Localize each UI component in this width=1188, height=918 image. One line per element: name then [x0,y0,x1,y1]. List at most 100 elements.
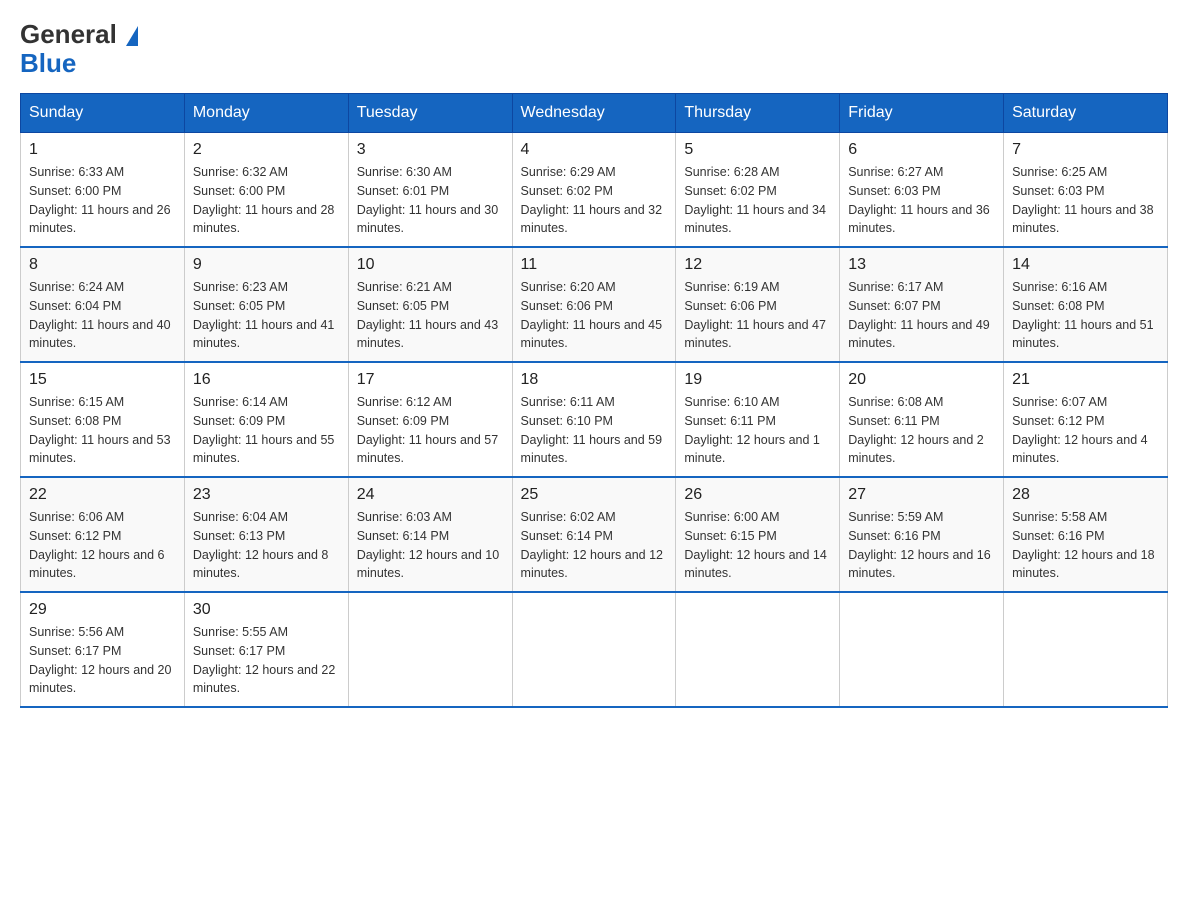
day-info: Sunrise: 5:58 AM Sunset: 6:16 PM Dayligh… [1012,508,1159,583]
day-info: Sunrise: 6:11 AM Sunset: 6:10 PM Dayligh… [521,393,668,468]
day-info: Sunrise: 5:59 AM Sunset: 6:16 PM Dayligh… [848,508,995,583]
day-number: 21 [1012,371,1159,389]
calendar-cell: 1 Sunrise: 6:33 AM Sunset: 6:00 PM Dayli… [21,133,185,248]
calendar-cell: 19 Sunrise: 6:10 AM Sunset: 6:11 PM Dayl… [676,362,840,477]
day-info: Sunrise: 6:33 AM Sunset: 6:00 PM Dayligh… [29,163,176,238]
calendar-cell: 6 Sunrise: 6:27 AM Sunset: 6:03 PM Dayli… [840,133,1004,248]
week-row-5: 29 Sunrise: 5:56 AM Sunset: 6:17 PM Dayl… [21,592,1168,707]
day-info: Sunrise: 6:07 AM Sunset: 6:12 PM Dayligh… [1012,393,1159,468]
header-sunday: Sunday [21,94,185,133]
calendar-cell [1004,592,1168,707]
calendar-cell: 13 Sunrise: 6:17 AM Sunset: 6:07 PM Dayl… [840,247,1004,362]
calendar-cell [676,592,840,707]
day-number: 29 [29,601,176,619]
logo: General Blue [20,20,138,77]
calendar-cell: 20 Sunrise: 6:08 AM Sunset: 6:11 PM Dayl… [840,362,1004,477]
day-number: 9 [193,256,340,274]
day-info: Sunrise: 6:03 AM Sunset: 6:14 PM Dayligh… [357,508,504,583]
day-info: Sunrise: 6:21 AM Sunset: 6:05 PM Dayligh… [357,278,504,353]
header-saturday: Saturday [1004,94,1168,133]
day-number: 12 [684,256,831,274]
calendar-cell: 21 Sunrise: 6:07 AM Sunset: 6:12 PM Dayl… [1004,362,1168,477]
day-info: Sunrise: 6:29 AM Sunset: 6:02 PM Dayligh… [521,163,668,238]
day-info: Sunrise: 6:16 AM Sunset: 6:08 PM Dayligh… [1012,278,1159,353]
day-info: Sunrise: 6:02 AM Sunset: 6:14 PM Dayligh… [521,508,668,583]
day-info: Sunrise: 6:19 AM Sunset: 6:06 PM Dayligh… [684,278,831,353]
calendar-cell: 10 Sunrise: 6:21 AM Sunset: 6:05 PM Dayl… [348,247,512,362]
day-number: 19 [684,371,831,389]
day-info: Sunrise: 6:06 AM Sunset: 6:12 PM Dayligh… [29,508,176,583]
day-info: Sunrise: 6:28 AM Sunset: 6:02 PM Dayligh… [684,163,831,238]
calendar-table: Sunday Monday Tuesday Wednesday Thursday… [20,93,1168,708]
day-info: Sunrise: 6:14 AM Sunset: 6:09 PM Dayligh… [193,393,340,468]
day-info: Sunrise: 6:27 AM Sunset: 6:03 PM Dayligh… [848,163,995,238]
day-number: 18 [521,371,668,389]
calendar-cell: 3 Sunrise: 6:30 AM Sunset: 6:01 PM Dayli… [348,133,512,248]
calendar-cell: 29 Sunrise: 5:56 AM Sunset: 6:17 PM Dayl… [21,592,185,707]
week-row-2: 8 Sunrise: 6:24 AM Sunset: 6:04 PM Dayli… [21,247,1168,362]
calendar-cell: 2 Sunrise: 6:32 AM Sunset: 6:00 PM Dayli… [184,133,348,248]
header-thursday: Thursday [676,94,840,133]
calendar-cell: 18 Sunrise: 6:11 AM Sunset: 6:10 PM Dayl… [512,362,676,477]
header-tuesday: Tuesday [348,94,512,133]
logo-general-text: General [20,20,138,49]
day-number: 26 [684,486,831,504]
header-wednesday: Wednesday [512,94,676,133]
calendar-cell: 9 Sunrise: 6:23 AM Sunset: 6:05 PM Dayli… [184,247,348,362]
day-info: Sunrise: 6:15 AM Sunset: 6:08 PM Dayligh… [29,393,176,468]
day-number: 22 [29,486,176,504]
calendar-cell: 30 Sunrise: 5:55 AM Sunset: 6:17 PM Dayl… [184,592,348,707]
week-row-1: 1 Sunrise: 6:33 AM Sunset: 6:00 PM Dayli… [21,133,1168,248]
calendar-cell: 23 Sunrise: 6:04 AM Sunset: 6:13 PM Dayl… [184,477,348,592]
calendar-cell: 14 Sunrise: 6:16 AM Sunset: 6:08 PM Dayl… [1004,247,1168,362]
calendar-cell: 8 Sunrise: 6:24 AM Sunset: 6:04 PM Dayli… [21,247,185,362]
day-number: 1 [29,141,176,159]
day-number: 5 [684,141,831,159]
day-info: Sunrise: 6:32 AM Sunset: 6:00 PM Dayligh… [193,163,340,238]
day-number: 23 [193,486,340,504]
day-number: 24 [357,486,504,504]
page-header: General Blue [20,20,1168,77]
calendar-cell: 24 Sunrise: 6:03 AM Sunset: 6:14 PM Dayl… [348,477,512,592]
day-info: Sunrise: 6:00 AM Sunset: 6:15 PM Dayligh… [684,508,831,583]
day-number: 17 [357,371,504,389]
calendar-cell: 27 Sunrise: 5:59 AM Sunset: 6:16 PM Dayl… [840,477,1004,592]
day-number: 20 [848,371,995,389]
day-info: Sunrise: 6:12 AM Sunset: 6:09 PM Dayligh… [357,393,504,468]
day-number: 30 [193,601,340,619]
header-friday: Friday [840,94,1004,133]
calendar-cell: 17 Sunrise: 6:12 AM Sunset: 6:09 PM Dayl… [348,362,512,477]
day-number: 11 [521,256,668,274]
day-number: 13 [848,256,995,274]
day-number: 6 [848,141,995,159]
day-number: 15 [29,371,176,389]
calendar-cell: 11 Sunrise: 6:20 AM Sunset: 6:06 PM Dayl… [512,247,676,362]
weekday-header-row: Sunday Monday Tuesday Wednesday Thursday… [21,94,1168,133]
header-monday: Monday [184,94,348,133]
calendar-cell: 22 Sunrise: 6:06 AM Sunset: 6:12 PM Dayl… [21,477,185,592]
calendar-cell: 12 Sunrise: 6:19 AM Sunset: 6:06 PM Dayl… [676,247,840,362]
day-info: Sunrise: 6:23 AM Sunset: 6:05 PM Dayligh… [193,278,340,353]
calendar-cell [348,592,512,707]
day-info: Sunrise: 6:04 AM Sunset: 6:13 PM Dayligh… [193,508,340,583]
day-info: Sunrise: 6:24 AM Sunset: 6:04 PM Dayligh… [29,278,176,353]
calendar-cell: 25 Sunrise: 6:02 AM Sunset: 6:14 PM Dayl… [512,477,676,592]
day-number: 4 [521,141,668,159]
calendar-cell: 7 Sunrise: 6:25 AM Sunset: 6:03 PM Dayli… [1004,133,1168,248]
day-info: Sunrise: 6:20 AM Sunset: 6:06 PM Dayligh… [521,278,668,353]
day-info: Sunrise: 6:25 AM Sunset: 6:03 PM Dayligh… [1012,163,1159,238]
day-number: 8 [29,256,176,274]
day-info: Sunrise: 5:56 AM Sunset: 6:17 PM Dayligh… [29,623,176,698]
day-info: Sunrise: 6:17 AM Sunset: 6:07 PM Dayligh… [848,278,995,353]
calendar-cell: 4 Sunrise: 6:29 AM Sunset: 6:02 PM Dayli… [512,133,676,248]
calendar-cell [512,592,676,707]
day-info: Sunrise: 5:55 AM Sunset: 6:17 PM Dayligh… [193,623,340,698]
day-number: 14 [1012,256,1159,274]
calendar-cell: 5 Sunrise: 6:28 AM Sunset: 6:02 PM Dayli… [676,133,840,248]
day-number: 16 [193,371,340,389]
day-number: 2 [193,141,340,159]
day-number: 3 [357,141,504,159]
logo-blue-text: Blue [20,49,76,78]
week-row-4: 22 Sunrise: 6:06 AM Sunset: 6:12 PM Dayl… [21,477,1168,592]
day-number: 27 [848,486,995,504]
